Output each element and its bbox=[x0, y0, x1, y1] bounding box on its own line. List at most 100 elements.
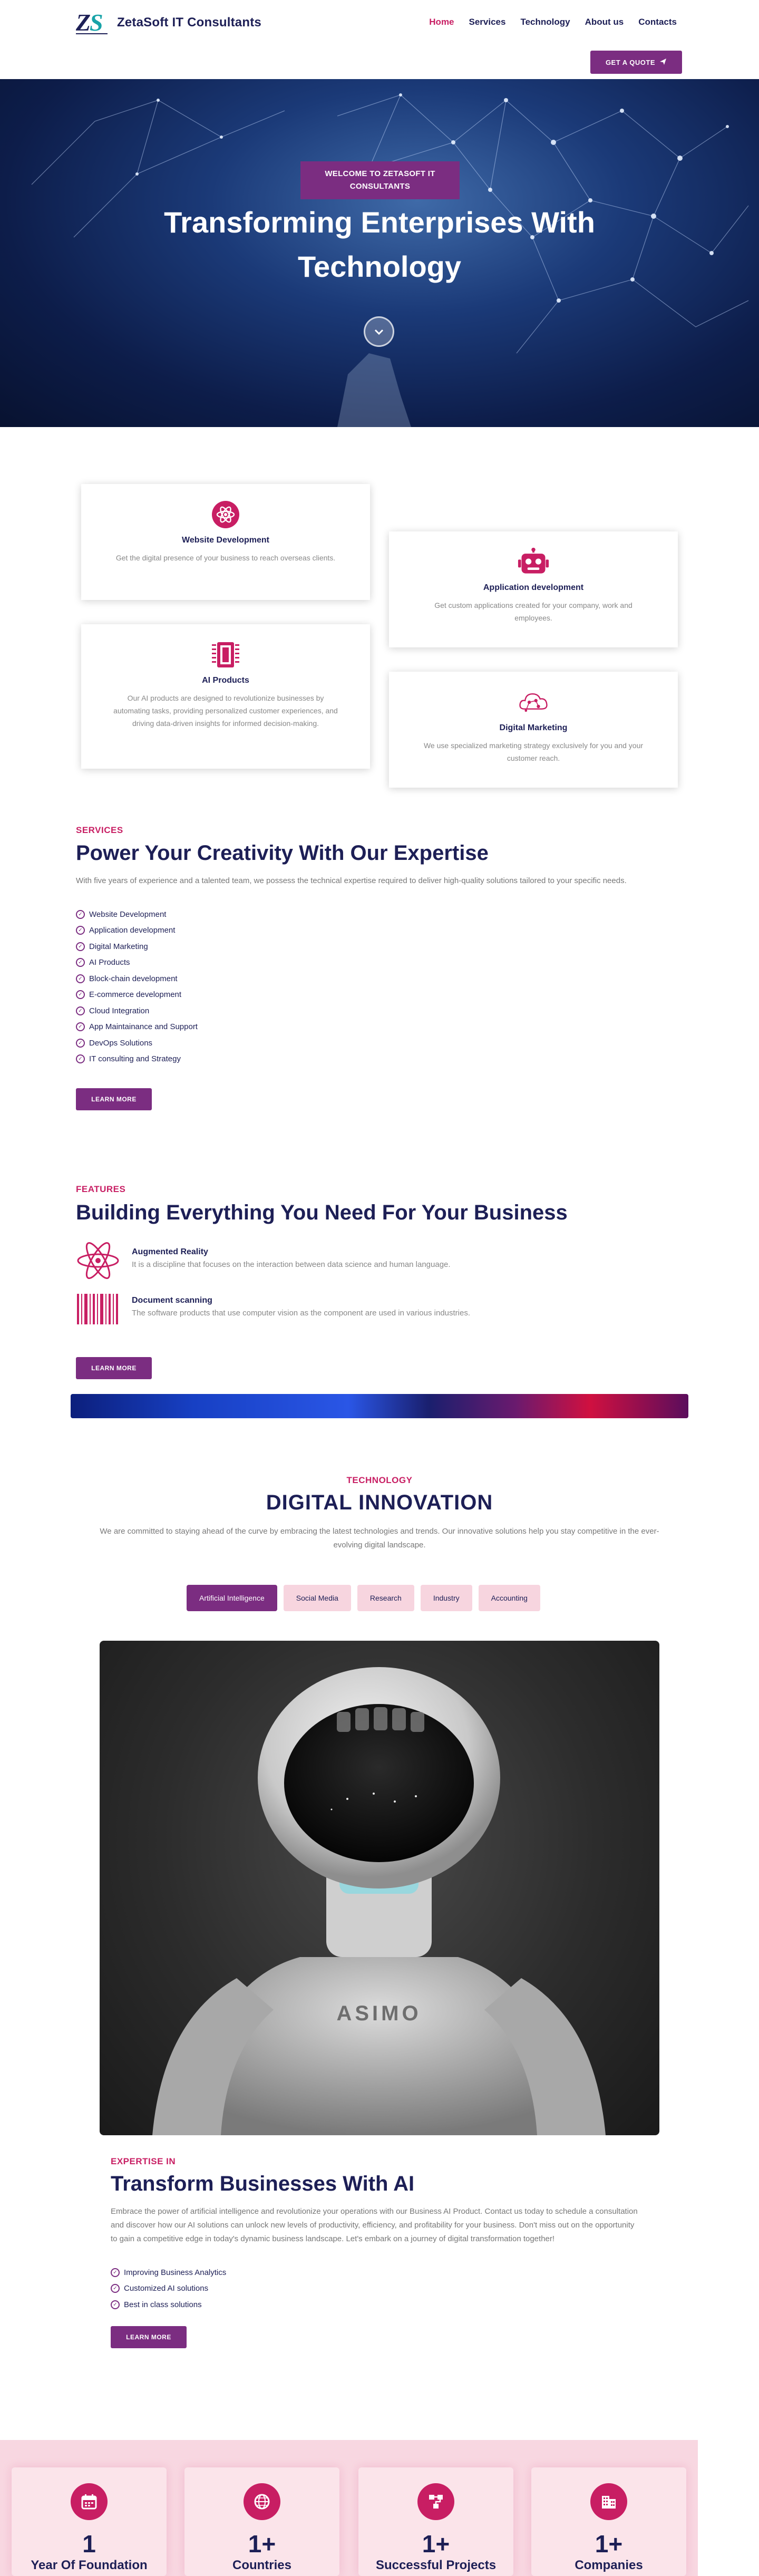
service-card-title: AI Products bbox=[202, 676, 249, 685]
services-text: With five years of experience and a tale… bbox=[76, 876, 627, 885]
logo-text: ZetaSoft IT Consultants bbox=[117, 15, 261, 30]
stat-number: 1 bbox=[82, 2530, 96, 2558]
list-item-label: DevOps Solutions bbox=[89, 1038, 153, 1048]
nav-contacts[interactable]: Contacts bbox=[638, 17, 677, 27]
check-circle-icon: ✓ bbox=[76, 909, 85, 919]
list-item: ✓ AI Products bbox=[76, 955, 198, 971]
feature-title: Augmented Reality bbox=[132, 1247, 208, 1256]
service-card-title: Digital Marketing bbox=[499, 723, 568, 732]
check-circle-icon: ✓ bbox=[111, 2268, 120, 2277]
stats-section: 1 Year Of Foundation 1+ Countries 1+ Suc… bbox=[0, 2440, 698, 2576]
stat-card-projects: 1+ Successful Projects bbox=[358, 2467, 513, 2576]
features-eyebrow: FEATURES bbox=[76, 1184, 126, 1194]
stat-label: Countries bbox=[232, 2558, 291, 2572]
technology-title: DIGITAL INNOVATION bbox=[266, 1491, 493, 1514]
sitemap-icon bbox=[417, 2483, 454, 2520]
stat-label: Companies bbox=[575, 2558, 643, 2572]
check-circle-icon: ✓ bbox=[111, 2284, 120, 2293]
chip-icon bbox=[210, 639, 241, 671]
service-card-title: Website Development bbox=[182, 536, 269, 545]
service-card-ai-products[interactable]: AI Products Our AI products are designed… bbox=[81, 624, 370, 769]
get-a-quote-button[interactable]: GET A QUOTE bbox=[590, 51, 682, 74]
get-a-quote-label: GET A QUOTE bbox=[605, 58, 656, 66]
check-circle-icon: ✓ bbox=[76, 1038, 85, 1048]
nav-home[interactable]: Home bbox=[429, 17, 454, 27]
calendar-icon bbox=[71, 2483, 108, 2520]
globe-icon bbox=[244, 2483, 280, 2520]
check-circle-icon: ✓ bbox=[76, 1006, 85, 1015]
service-card-title: Application development bbox=[483, 583, 584, 592]
tab-accounting[interactable]: Accounting bbox=[478, 1585, 540, 1611]
list-item: ✓ Improving Business Analytics bbox=[111, 2264, 226, 2281]
services-eyebrow: SERVICES bbox=[76, 825, 123, 835]
tab-research[interactable]: Research bbox=[357, 1585, 414, 1611]
nav-technology[interactable]: Technology bbox=[520, 17, 570, 27]
stat-label: Successful Projects bbox=[375, 2558, 497, 2572]
stat-number: 1+ bbox=[422, 2530, 450, 2558]
hero-section: WELCOME TO ZETASOFT IT CONSULTANTS Trans… bbox=[0, 79, 759, 427]
paper-plane-icon bbox=[659, 58, 667, 67]
list-item-label: Improving Business Analytics bbox=[124, 2268, 227, 2277]
list-item-label: AI Products bbox=[89, 958, 130, 967]
check-circle-icon: ✓ bbox=[76, 990, 85, 1000]
list-item-label: Website Development bbox=[89, 909, 167, 919]
list-item-label: Digital Marketing bbox=[89, 942, 148, 951]
logo[interactable]: Z S ZetaSoft IT Consultants bbox=[75, 7, 261, 38]
list-item: ✓ Best in class solutions bbox=[111, 2297, 226, 2313]
services-list: ✓ Website Development ✓ Application develo… bbox=[76, 906, 198, 1067]
expertise-learn-more-button[interactable]: LEARN MORE bbox=[111, 2326, 187, 2348]
technology-text: We are committed to staying ahead of the… bbox=[100, 1527, 659, 1550]
expertise-title: Transform Businesses With AI bbox=[111, 2172, 415, 2195]
tab-industry[interactable]: Industry bbox=[420, 1585, 472, 1611]
nav-about-us[interactable]: About us bbox=[585, 17, 624, 27]
feature-title: Document scanning bbox=[132, 1296, 212, 1305]
stat-number: 1+ bbox=[248, 2530, 276, 2558]
list-item-label: Block-chain development bbox=[89, 974, 178, 983]
features-title: Building Everything You Need For Your Bu… bbox=[76, 1201, 568, 1224]
services-learn-more-button[interactable]: LEARN MORE bbox=[76, 1088, 152, 1110]
check-circle-icon: ✓ bbox=[111, 2300, 120, 2309]
list-item: ✓ DevOps Solutions bbox=[76, 1035, 198, 1051]
service-card-application[interactable]: Application development Get custom appli… bbox=[389, 531, 678, 647]
barcode-icon bbox=[76, 1291, 120, 1328]
check-circle-icon: ✓ bbox=[76, 1022, 85, 1032]
list-item-label: App Maintainance and Support bbox=[89, 1022, 198, 1032]
list-item: ✓ IT consulting and Strategy bbox=[76, 1051, 198, 1068]
service-card-website[interactable]: Website Development Get the digital pres… bbox=[81, 484, 370, 600]
cloud-network-icon bbox=[518, 686, 549, 718]
building-icon bbox=[590, 2483, 627, 2520]
service-card-text: Our AI products are designed to revoluti… bbox=[113, 694, 338, 728]
stat-card-foundation: 1 Year Of Foundation bbox=[12, 2467, 167, 2576]
check-circle-icon: ✓ bbox=[76, 958, 85, 967]
feature-text: The software products that use computer … bbox=[132, 1309, 471, 1318]
feature-document-scanning: Document scanning The software products … bbox=[76, 1291, 470, 1328]
robot-photo: ASIMO bbox=[100, 1641, 659, 2135]
site-header: Z S ZetaSoft IT Consultants Home Service… bbox=[0, 0, 759, 79]
chevron-down-icon[interactable] bbox=[364, 316, 394, 347]
list-item: ✓ Customized AI solutions bbox=[111, 2281, 226, 2297]
list-item: ✓ Block-chain development bbox=[76, 971, 198, 987]
svg-text:Z: Z bbox=[75, 9, 91, 36]
list-item-label: Cloud Integration bbox=[89, 1006, 150, 1015]
service-card-text: Get the digital presence of your busines… bbox=[115, 554, 336, 562]
list-item: ✓ App Maintainance and Support bbox=[76, 1019, 198, 1035]
tab-artificial-intelligence[interactable]: Artificial Intelligence bbox=[187, 1585, 277, 1611]
list-item-label: Application development bbox=[89, 926, 176, 935]
expertise-list: ✓ Improving Business Analytics ✓ Customize… bbox=[111, 2264, 226, 2313]
check-circle-icon: ✓ bbox=[76, 942, 85, 951]
list-item-label: IT consulting and Strategy bbox=[89, 1054, 181, 1064]
svg-text:S: S bbox=[90, 9, 103, 36]
check-circle-icon: ✓ bbox=[76, 1054, 85, 1064]
list-item: ✓ Application development bbox=[76, 923, 198, 939]
check-circle-icon: ✓ bbox=[76, 974, 85, 983]
features-learn-more-button[interactable]: LEARN MORE bbox=[76, 1357, 152, 1379]
service-card-digital-marketing[interactable]: Digital Marketing We use specialized mar… bbox=[389, 672, 678, 788]
stat-card-companies: 1+ Companies bbox=[531, 2467, 686, 2576]
list-item: ✓ E-commerce development bbox=[76, 987, 198, 1003]
feature-augmented-reality: Augmented Reality It is a discipline tha… bbox=[76, 1242, 451, 1279]
robot-label: ASIMO bbox=[336, 2002, 421, 2025]
expertise-eyebrow: EXPERTISE IN bbox=[111, 2156, 176, 2166]
tab-social-media[interactable]: Social Media bbox=[283, 1585, 351, 1611]
technology-eyebrow: TECHNOLOGY bbox=[346, 1475, 413, 1485]
nav-services[interactable]: Services bbox=[469, 17, 506, 27]
